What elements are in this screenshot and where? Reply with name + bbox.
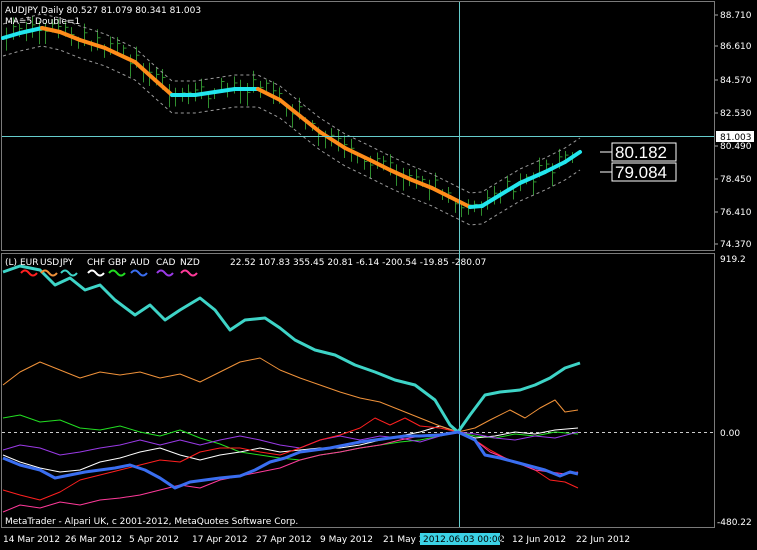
currency-name-chf: CHF [87,258,105,268]
price-tick: 86.610 [720,42,752,52]
price-tick: 78.450 [720,175,752,185]
currency-name-nzd: NZD [180,258,200,268]
currency-swatch-jpy [60,269,78,277]
indicator-info: MA=5 Double=1 [5,17,80,27]
ma-segment [1,31,22,40]
cursor-time-label: 2012.06.03 00:00 [423,535,504,545]
currency-swatch-nzd [180,269,198,277]
currency-name-gbp: GBP [108,258,127,268]
time-label: 27 Apr 2012 [256,535,312,545]
ma-segment [430,186,452,199]
currency-swatch-gbp [108,269,126,277]
strength-line-jpy [2,264,581,434]
currency-name-aud: AUD [130,258,150,268]
price-tick: 80.490 [720,142,752,152]
time-label: 12 Jun 2012 [512,535,566,545]
time-label: 14 Mar 2012 [3,535,60,545]
ma-segment [543,160,567,174]
price-tick: 82.530 [720,109,752,119]
ma-segment [40,26,62,34]
ma-segment [133,60,157,82]
time-label: 5 Apr 2012 [129,535,179,545]
price-tick: 76.410 [720,208,752,218]
currency-swatch-cad [156,269,174,277]
current-price-label: 81.003 [720,133,752,143]
currency-swatch-aud [130,269,148,277]
price-tick: 84.570 [720,76,752,86]
symbol-info: AUDJPY,Daily 80.527 81.079 80.341 81.003 [5,6,201,16]
currency-swatch-eur [20,269,38,277]
upper-band-line [2,13,581,194]
scale-bottom: -480.22 [717,518,752,528]
ma-segment [78,38,107,50]
ma-segment [256,87,282,102]
ma-bands [2,13,581,226]
ma-segment [498,181,522,197]
chart-canvas[interactable]: AUDJPY,Daily 80.527 81.079 80.341 81.003… [0,0,757,550]
price-panel-frame [1,1,715,251]
ma-segment [193,90,217,97]
ma-segment [388,168,414,182]
time-label: 17 Apr 2012 [192,535,248,545]
ma-segment [298,114,322,134]
strength-line-aud [2,430,579,490]
ma-segment [58,30,82,42]
double-ma-line [1,26,582,209]
price-axis: 88.710 86.610 84.570 82.530 80.490 78.45… [715,11,752,250]
currency-name-usd: USD [40,258,59,268]
currency-name-jpy: JPY [59,258,74,268]
ma-segment [518,170,547,185]
currency-swatch-chf [87,269,105,277]
time-label: 9 May 2012 [320,535,373,545]
currency-name-cad: CAD [156,258,175,268]
scale-zero: 0.00 [720,429,740,439]
ma-segment [213,87,237,94]
currency-legend: EUR USD JPY CHF GBP AUD CAD NZD [20,258,200,277]
time-label: 26 Mar 2012 [65,535,122,545]
ma-segment [18,26,44,35]
currency-values: 22.52 107.83 355.45 20.81 -6.14 -200.54 … [230,258,486,268]
ma-segment [278,98,302,118]
currency-strength-lines [2,264,581,513]
currency-name-eur: EUR [20,258,39,268]
price-tick: 88.710 [720,11,752,21]
lower-band-label: 79.084 [615,163,667,182]
time-axis: 14 Mar 2012 26 Mar 2012 5 Apr 2012 17 Ap… [3,535,630,545]
copyright-text: MetaTrader - Alpari UK, c 2001-2012, Met… [5,517,298,527]
price-tick: 74.370 [720,240,752,250]
ma-segment [318,130,347,150]
indicator-header-prefix: (L) [5,258,17,268]
scale-top: 919.2 [720,255,746,265]
upper-band-label: 80.182 [615,143,667,162]
ma-segment [480,193,502,208]
time-label: 22 Jun 2012 [576,535,630,545]
